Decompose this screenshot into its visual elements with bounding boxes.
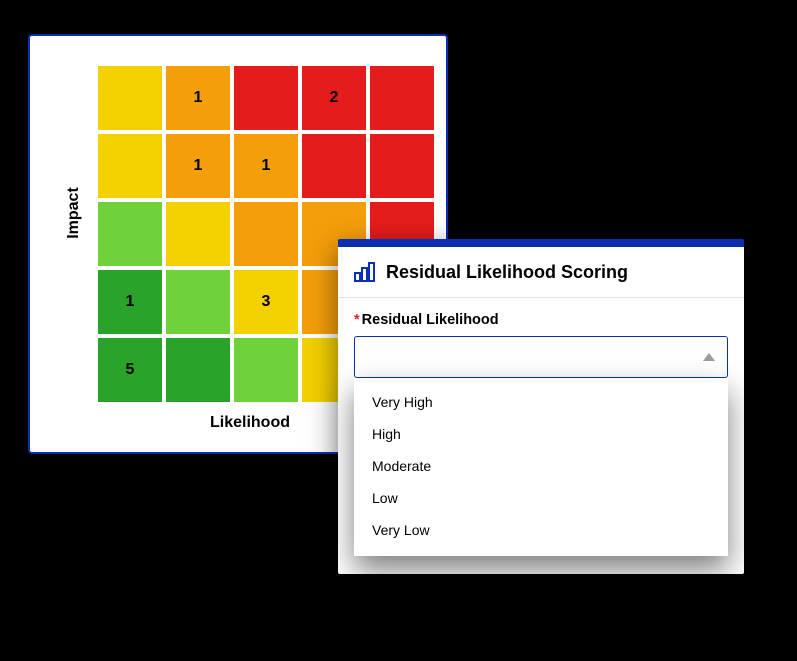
heatmap-cell[interactable]: 1 (166, 66, 230, 130)
modal-body: *Residual Likelihood Very HighHighModera… (338, 298, 744, 574)
heatmap-cell[interactable]: 1 (234, 134, 298, 198)
heatmap-cell[interactable]: 1 (98, 270, 162, 334)
y-axis-label: Impact (65, 187, 83, 239)
heatmap-cell[interactable]: 5 (98, 338, 162, 402)
heatmap-cell[interactable]: 2 (302, 66, 366, 130)
heatmap-cell[interactable] (166, 338, 230, 402)
dropdown-option[interactable]: Low (354, 482, 728, 514)
heatmap-cell[interactable] (166, 270, 230, 334)
heatmap-cell[interactable] (98, 66, 162, 130)
heatmap-cell[interactable] (234, 66, 298, 130)
dropdown-option[interactable]: High (354, 418, 728, 450)
heatmap-cell[interactable]: 3 (234, 270, 298, 334)
heatmap-cell[interactable] (98, 134, 162, 198)
heatmap-cell[interactable] (302, 134, 366, 198)
chevron-up-icon (703, 353, 715, 361)
field-label: *Residual Likelihood (354, 312, 728, 328)
dropdown-option[interactable]: Very Low (354, 514, 728, 546)
heatmap-cell[interactable] (234, 202, 298, 266)
heatmap-cell[interactable]: 1 (166, 134, 230, 198)
required-marker: * (354, 312, 360, 328)
field-label-text: Residual Likelihood (362, 312, 499, 328)
heatmap-cell[interactable] (234, 338, 298, 402)
dropdown-option[interactable]: Very High (354, 386, 728, 418)
x-axis-label: Likelihood (210, 414, 290, 432)
heatmap-cell[interactable] (370, 134, 434, 198)
heatmap-cell[interactable] (98, 202, 162, 266)
residual-likelihood-select[interactable] (354, 336, 728, 378)
dropdown-option[interactable]: Moderate (354, 450, 728, 482)
bar-chart-icon (354, 261, 376, 283)
modal-title: Residual Likelihood Scoring (386, 262, 628, 283)
heatmap-cell[interactable] (166, 202, 230, 266)
modal-header: Residual Likelihood Scoring (338, 247, 744, 298)
heatmap-cell[interactable] (370, 66, 434, 130)
residual-likelihood-modal: Residual Likelihood Scoring *Residual Li… (338, 239, 744, 574)
residual-likelihood-dropdown: Very HighHighModerateLowVery Low (354, 378, 728, 556)
